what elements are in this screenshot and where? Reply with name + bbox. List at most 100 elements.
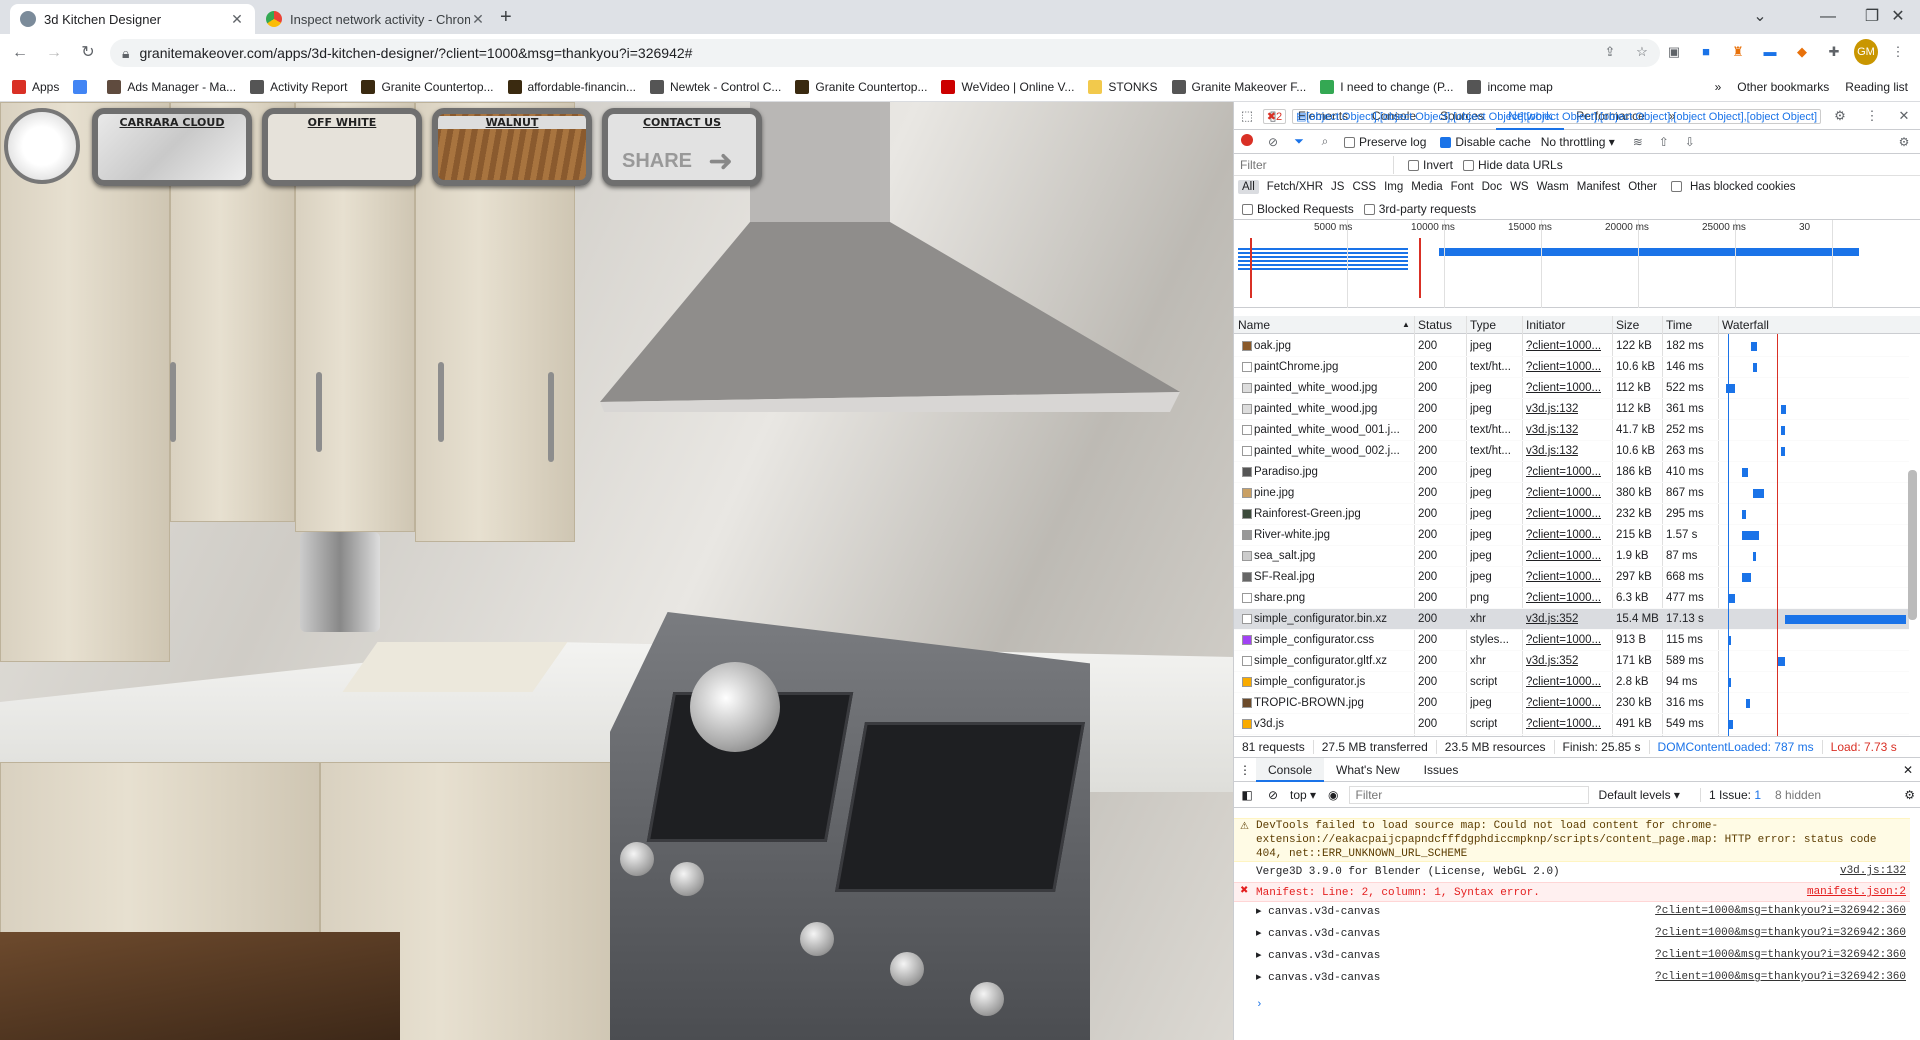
- record-icon[interactable]: [1234, 134, 1260, 149]
- column-header-waterfall[interactable]: Waterfall: [1722, 318, 1769, 332]
- table-row[interactable]: simple_configurator.gltf.xz 200 xhr v3d.js:…: [1234, 651, 1909, 672]
- console-message[interactable]: Verge3D 3.9.0 for Blender (License, WebG…: [1234, 862, 1910, 882]
- console-source-link[interactable]: ?client=1000&msg=thankyou?i=326942:360: [1655, 948, 1906, 962]
- type-filter-all[interactable]: All: [1238, 180, 1259, 194]
- network-conditions-icon[interactable]: ≋: [1625, 135, 1651, 149]
- drawer-tab-issues[interactable]: Issues: [1412, 758, 1471, 782]
- has-blocked-cookies-checkbox[interactable]: Has blocked cookies: [1671, 181, 1803, 193]
- cell-initiator[interactable]: ?client=1000...: [1526, 550, 1601, 562]
- log-levels-select[interactable]: Default levels ▾: [1599, 788, 1680, 802]
- cell-initiator[interactable]: ?client=1000...: [1526, 718, 1601, 730]
- table-row[interactable]: TROPIC-BROWN.jpg 200 jpeg ?client=1000... 23…: [1234, 693, 1909, 714]
- extension-icon[interactable]: ▬: [1758, 39, 1782, 65]
- console-message[interactable]: ▸ canvas.v3d-canvas ?client=1000&msg=than…: [1234, 946, 1910, 966]
- console-source-link[interactable]: ?client=1000&msg=thankyou?i=326942:360: [1655, 926, 1906, 940]
- type-filter-img[interactable]: Img: [1384, 181, 1403, 193]
- bookmark-item[interactable]: I need to change (P...: [1320, 79, 1453, 94]
- extension-icon[interactable]: ♜: [1726, 39, 1750, 65]
- table-row[interactable]: simple_configurator.js 200 script ?client=1…: [1234, 672, 1909, 693]
- cell-initiator[interactable]: ?client=1000...: [1526, 529, 1601, 541]
- close-tab-icon[interactable]: ✕: [470, 11, 486, 28]
- inspect-element-icon[interactable]: ⬚: [1234, 108, 1260, 124]
- cell-initiator[interactable]: ?client=1000...: [1526, 592, 1601, 604]
- puzzle-icon[interactable]: ✚: [1822, 39, 1846, 65]
- table-row[interactable]: sea_salt.jpg 200 jpeg ?client=1000... 1.9 kB…: [1234, 546, 1909, 567]
- bookmark-item[interactable]: Newtek - Control C...: [650, 79, 781, 94]
- bookmark-item[interactable]: Granite Makeover F...: [1171, 79, 1306, 94]
- extension-icon[interactable]: ■: [1694, 39, 1718, 65]
- cell-initiator[interactable]: v3d.js:132: [1526, 445, 1578, 457]
- console-filter-input[interactable]: [1348, 785, 1589, 804]
- avatar[interactable]: GM: [1854, 39, 1878, 65]
- console-message[interactable]: ▸ canvas.v3d-canvas ?client=1000&msg=than…: [1234, 902, 1910, 922]
- minimize-button[interactable]: —: [1806, 4, 1850, 30]
- type-filter-media[interactable]: Media: [1411, 181, 1442, 193]
- close-drawer-icon[interactable]: ✕: [1903, 763, 1913, 777]
- table-row[interactable]: painted_white_wood.jpg 200 jpeg ?client=100…: [1234, 378, 1909, 399]
- drawer-tab-console[interactable]: Console: [1256, 757, 1325, 782]
- table-row[interactable]: v3d.js 200 script ?client=1000... 491 kB 549 …: [1234, 714, 1909, 735]
- message-count-badge[interactable]: ▤[object Object],[object Object],[object…: [1292, 108, 1821, 124]
- table-row[interactable]: River-white.jpg 200 jpeg ?client=1000... 215…: [1234, 525, 1909, 546]
- table-row[interactable]: SF-Real.jpg 200 jpeg ?client=1000... 297 kB 6…: [1234, 567, 1909, 588]
- column-header-name[interactable]: Name: [1238, 318, 1270, 332]
- type-filter-wasm[interactable]: Wasm: [1537, 181, 1569, 193]
- close-tab-icon[interactable]: ✕: [229, 11, 245, 28]
- tab-inspect-network[interactable]: Inspect network activity - Chrome ✕: [256, 4, 496, 34]
- cell-initiator[interactable]: ?client=1000...: [1526, 382, 1601, 394]
- column-header-type[interactable]: Type: [1470, 318, 1496, 332]
- drawer-menu-icon[interactable]: ⋮: [1234, 763, 1256, 777]
- table-row[interactable]: painted_white_wood_002.j... 200 text/ht...…: [1234, 441, 1909, 462]
- bookmark-item[interactable]: income map: [1467, 79, 1553, 94]
- type-filter-doc[interactable]: Doc: [1482, 181, 1502, 193]
- clear-console-icon[interactable]: ⊘: [1260, 788, 1286, 802]
- export-har-icon[interactable]: ⇩: [1677, 135, 1703, 149]
- column-header-initiator[interactable]: Initiator: [1526, 318, 1565, 332]
- cell-initiator[interactable]: ?client=1000...: [1526, 571, 1601, 583]
- back-icon[interactable]: ←: [6, 39, 34, 67]
- type-filter-font[interactable]: Font: [1451, 181, 1474, 193]
- column-header-time[interactable]: Time: [1666, 318, 1692, 332]
- bookmark-star-icon[interactable]: ☆: [1630, 39, 1654, 65]
- bookmark-item[interactable]: WeVideo | Online V...: [941, 79, 1074, 94]
- menu-icon[interactable]: ⋮: [1886, 39, 1910, 65]
- bookmark-item[interactable]: Granite Countertop...: [361, 79, 494, 94]
- network-overview[interactable]: 5000 ms 10000 ms 15000 ms 20000 ms 25000 ms 3…: [1234, 220, 1920, 308]
- console-source-link[interactable]: manifest.json:2: [1807, 885, 1906, 899]
- table-row[interactable]: oak.jpg 200 jpeg ?client=1000... 122 kB 182 m…: [1234, 336, 1909, 357]
- third-party-checkbox[interactable]: 3rd-party requests: [1363, 202, 1476, 216]
- bookmark-item[interactable]: STONKS: [1088, 79, 1158, 94]
- type-filter-other[interactable]: Other: [1628, 181, 1657, 193]
- cell-initiator[interactable]: ?client=1000...: [1526, 361, 1601, 373]
- close-devtools-icon[interactable]: ✕: [1891, 108, 1917, 124]
- forward-icon[interactable]: →: [40, 39, 68, 67]
- extension-icon[interactable]: ◆: [1790, 39, 1814, 65]
- reading-list-button[interactable]: Reading list: [1845, 80, 1908, 94]
- table-row[interactable]: painted_white_wood_001.j... 200 text/ht...…: [1234, 420, 1909, 441]
- console-source-link[interactable]: ?client=1000&msg=thankyou?i=326942:360: [1655, 904, 1906, 918]
- cell-initiator[interactable]: ?client=1000...: [1526, 634, 1601, 646]
- address-bar[interactable]: 🔒︎ granitemakeover.com/apps/3d-kitchen-d…: [110, 39, 1660, 67]
- type-filter-ws[interactable]: WS: [1510, 181, 1529, 193]
- share-icon[interactable]: ⇪: [1598, 39, 1622, 65]
- bookmark-item[interactable]: Granite Countertop...: [795, 79, 927, 94]
- issues-badge[interactable]: 1 Issue: 1: [1699, 787, 1761, 802]
- console-prompt[interactable]: ›: [1234, 998, 1910, 1012]
- disable-cache-checkbox[interactable]: Disable cache: [1440, 135, 1531, 149]
- settings-gear-icon[interactable]: ⚙: [1827, 108, 1853, 124]
- cell-initiator[interactable]: ?client=1000...: [1526, 466, 1601, 478]
- cell-initiator[interactable]: v3d.js:132: [1526, 424, 1578, 436]
- cell-initiator[interactable]: ?client=1000...: [1526, 340, 1601, 352]
- console-settings-icon[interactable]: ⚙: [1904, 788, 1915, 802]
- cell-initiator[interactable]: v3d.js:352: [1526, 613, 1578, 625]
- column-header-size[interactable]: Size: [1616, 318, 1639, 332]
- table-row[interactable]: simple_configurator.bin.xz 200 xhr v3d.js:3…: [1234, 609, 1909, 630]
- cell-initiator[interactable]: ?client=1000...: [1526, 697, 1601, 709]
- console-source-link[interactable]: ?client=1000&msg=thankyou?i=326942:360: [1655, 970, 1906, 984]
- error-count-badge[interactable]: ✖2: [1262, 108, 1287, 124]
- table-row[interactable]: Rainforest-Green.jpg 200 jpeg ?client=1000.…: [1234, 504, 1909, 525]
- console-message[interactable]: ▸ canvas.v3d-canvas ?client=1000&msg=than…: [1234, 968, 1910, 988]
- invert-checkbox[interactable]: Invert: [1408, 158, 1453, 172]
- cell-initiator[interactable]: ?client=1000...: [1526, 487, 1601, 499]
- search-icon[interactable]: ⌕: [1312, 134, 1338, 149]
